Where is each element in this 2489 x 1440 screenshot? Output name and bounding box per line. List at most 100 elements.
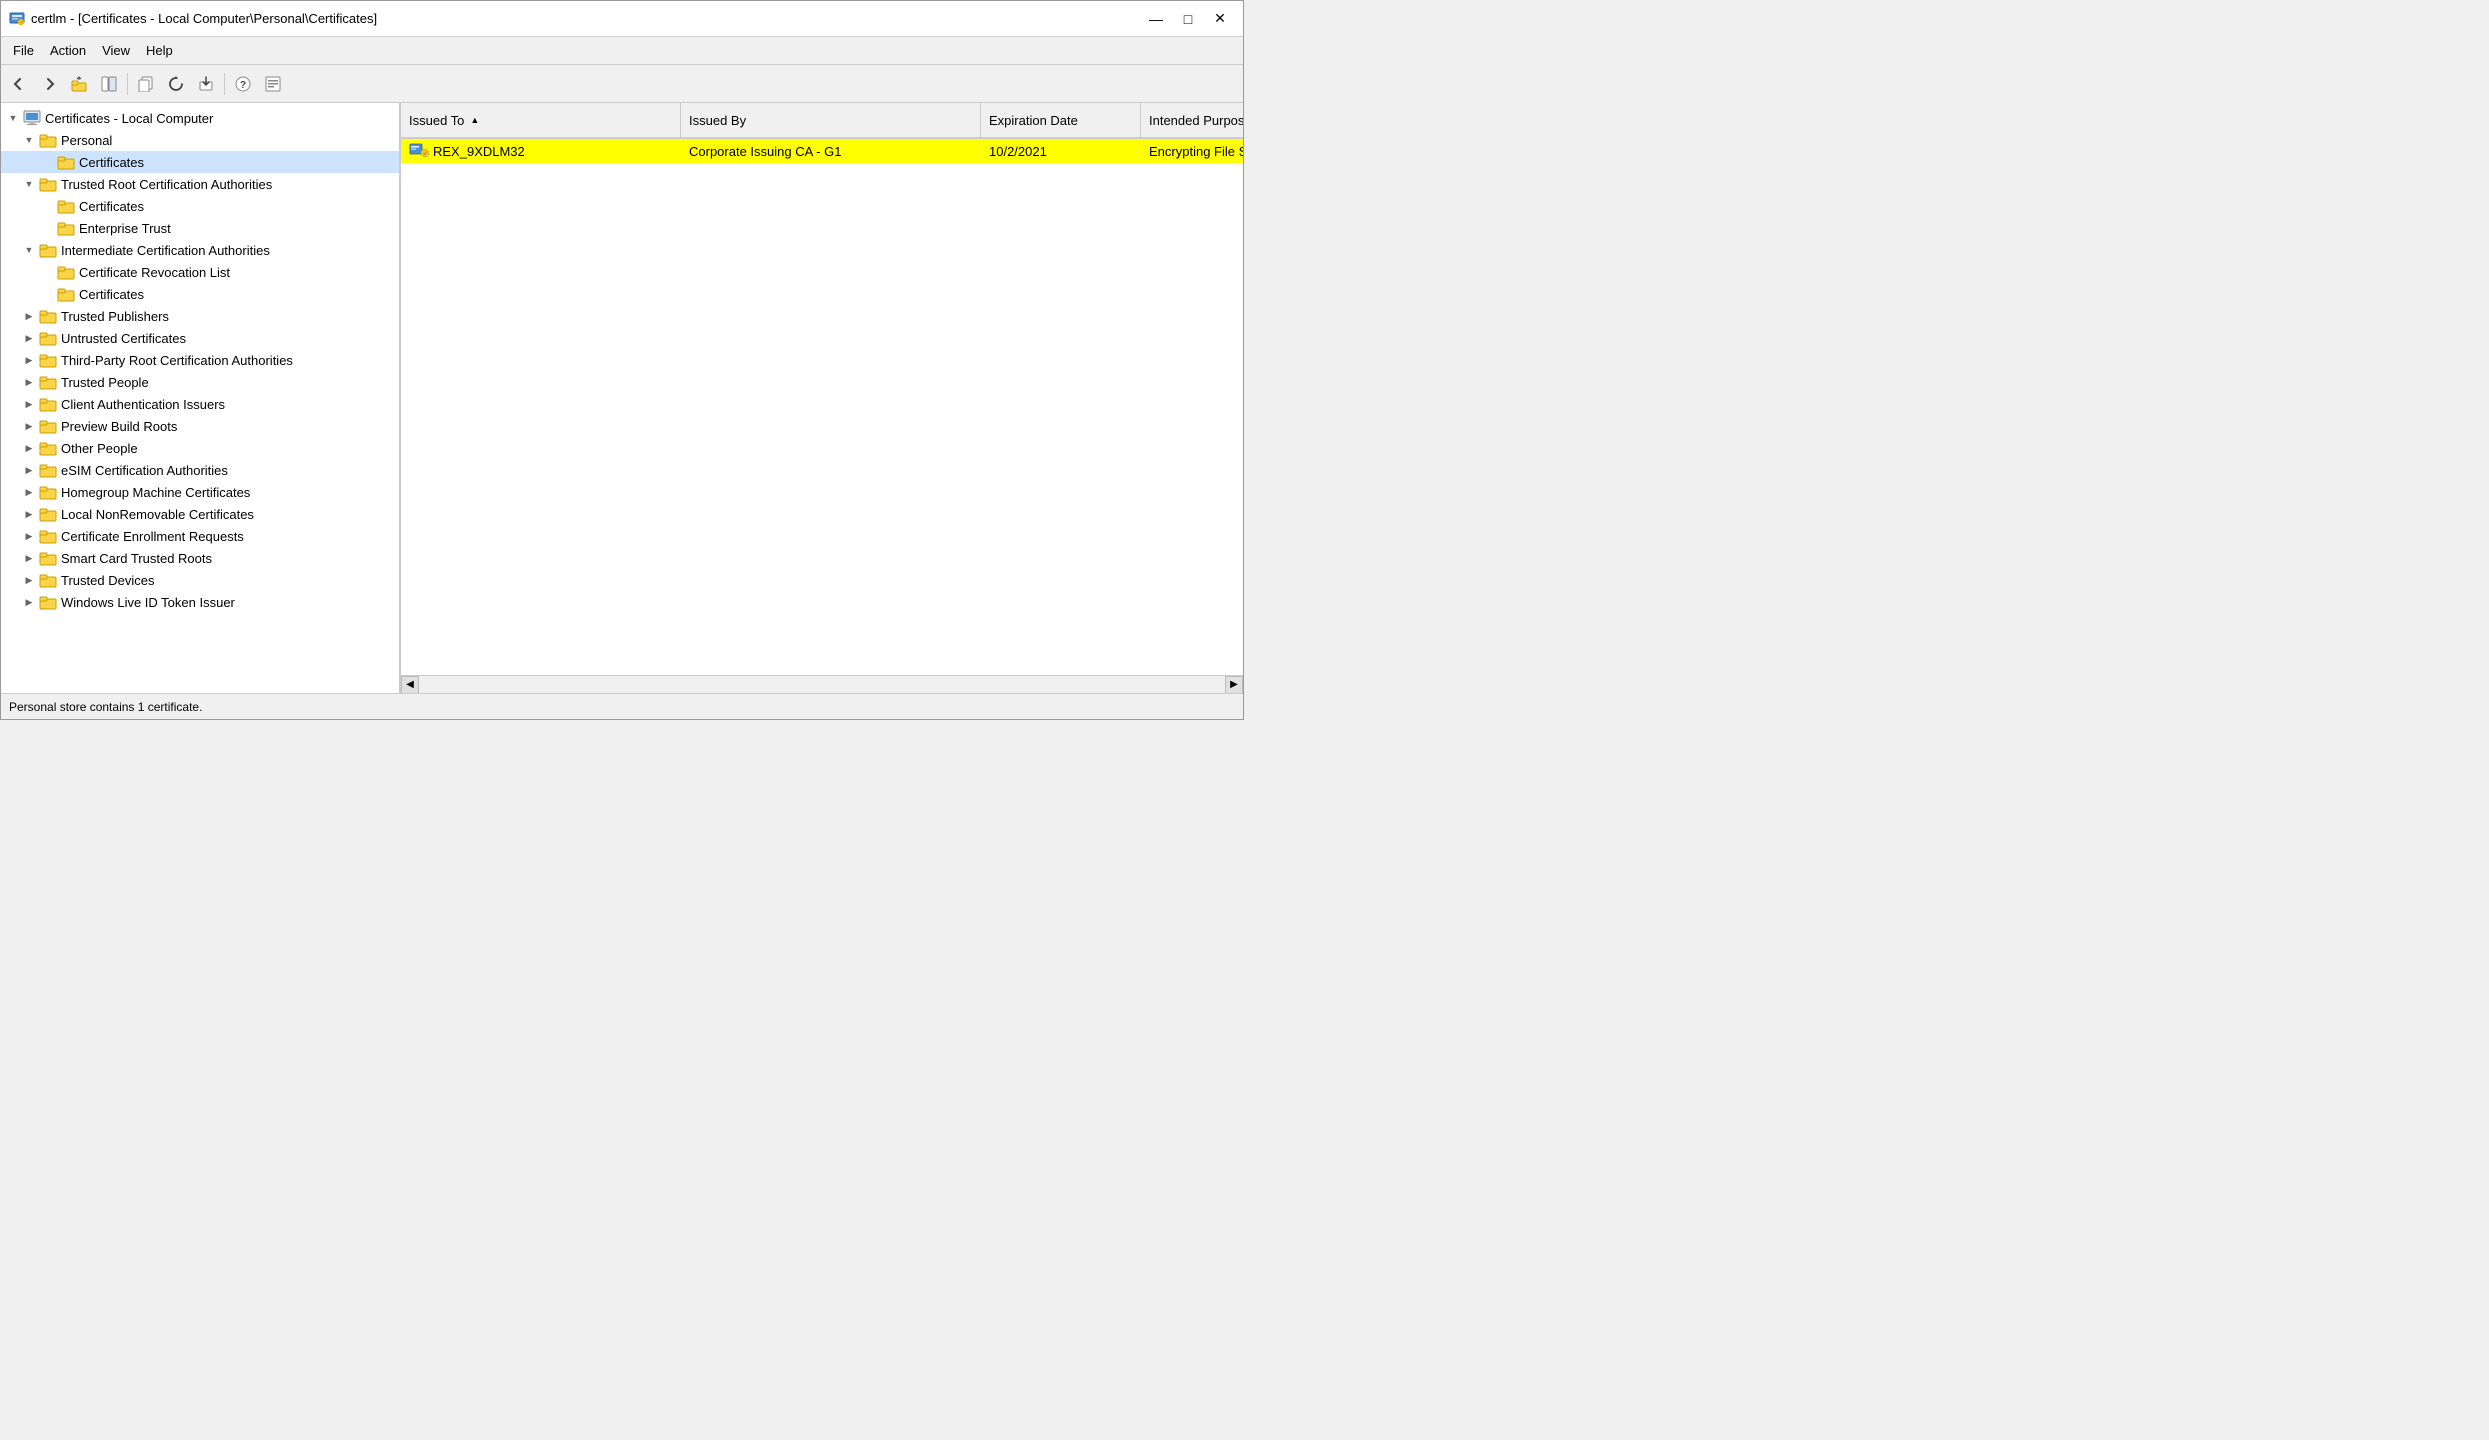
- export-button[interactable]: [192, 70, 220, 98]
- col-header-purposes[interactable]: Intended Purposes: [1141, 103, 1243, 137]
- expand-cert-enrollment[interactable]: ▶: [21, 528, 37, 544]
- help-button[interactable]: ?: [229, 70, 257, 98]
- refresh-icon: [168, 76, 184, 92]
- tree-preview-build-label: Preview Build Roots: [61, 419, 177, 434]
- sort-arrow: ▲: [470, 115, 479, 125]
- expand-homegroup[interactable]: ▶: [21, 484, 37, 500]
- tree-item-personal-certs[interactable]: ▶ Certificates: [1, 151, 399, 173]
- tree-item-preview-build[interactable]: ▶ Preview Build Roots: [1, 415, 399, 437]
- tree-item-cert-enrollment[interactable]: ▶ Certificate Enrollment Requests: [1, 525, 399, 547]
- tree-item-root[interactable]: ▼ Certificates - Local Computer: [1, 107, 399, 129]
- folder-icon-trusted-people: [39, 374, 57, 390]
- tree-item-esim[interactable]: ▶ eSIM Certification Authorities: [1, 459, 399, 481]
- status-bar: Personal store contains 1 certificate.: [1, 693, 1243, 719]
- menu-action[interactable]: Action: [42, 41, 94, 60]
- minimize-button[interactable]: —: [1141, 6, 1171, 32]
- tree-intermediate-ca-label: Intermediate Certification Authorities: [61, 243, 270, 258]
- expand-trusted-publishers[interactable]: ▶: [21, 308, 37, 324]
- tree-item-other-people[interactable]: ▶ Other People: [1, 437, 399, 459]
- expand-other-people[interactable]: ▶: [21, 440, 37, 456]
- tree-item-trusted-devices[interactable]: ▶ Trusted Devices: [1, 569, 399, 591]
- tree-other-people-label: Other People: [61, 441, 138, 456]
- expand-untrusted[interactable]: ▶: [21, 330, 37, 346]
- up-button[interactable]: [65, 70, 93, 98]
- expand-preview-build[interactable]: ▶: [21, 418, 37, 434]
- expand-trusted-devices[interactable]: ▶: [21, 572, 37, 588]
- col-header-issued-to[interactable]: Issued To ▲: [401, 103, 681, 137]
- close-button[interactable]: ✕: [1205, 6, 1235, 32]
- tree-item-personal[interactable]: ▼ Personal: [1, 129, 399, 151]
- tree-item-intermediate-certs[interactable]: ▶ Certificates: [1, 283, 399, 305]
- cert-expiration-0: 10/2/2021: [981, 142, 1141, 161]
- tree-client-auth-label: Client Authentication Issuers: [61, 397, 225, 412]
- tree-homegroup-label: Homegroup Machine Certificates: [61, 485, 250, 500]
- tree-enterprise-trust-label: Enterprise Trust: [79, 221, 171, 236]
- tree-third-party-label: Third-Party Root Certification Authoriti…: [61, 353, 293, 368]
- folder-icon-trusted-publishers: [39, 308, 57, 324]
- scroll-track[interactable]: [419, 676, 1225, 694]
- cert-purposes-0: Encrypting File Syste...: [1141, 142, 1243, 161]
- tree-item-client-auth[interactable]: ▶ Client Authentication Issuers: [1, 393, 399, 415]
- tree-item-intermediate-ca[interactable]: ▼ Intermediate Certification Authorities: [1, 239, 399, 261]
- expand-esim[interactable]: ▶: [21, 462, 37, 478]
- computer-icon: [23, 110, 41, 126]
- expand-third-party[interactable]: ▶: [21, 352, 37, 368]
- menu-view[interactable]: View: [94, 41, 138, 60]
- cert-issued-to-0: REX_9XDLM32: [401, 141, 681, 161]
- copy-button[interactable]: [132, 70, 160, 98]
- folder-icon-esim: [39, 462, 57, 478]
- folder-icon-intermediate-ca: [39, 242, 57, 258]
- refresh-button[interactable]: [162, 70, 190, 98]
- tree-item-crl[interactable]: ▶ Certificate Revocation List: [1, 261, 399, 283]
- app-icon: [9, 11, 25, 27]
- tree-trusted-root-certs-label: Certificates: [79, 199, 144, 214]
- expand-local-nonremovable[interactable]: ▶: [21, 506, 37, 522]
- expand-intermediate-ca[interactable]: ▼: [21, 242, 37, 258]
- expand-trusted-people[interactable]: ▶: [21, 374, 37, 390]
- folder-icon-cert-enrollment: [39, 528, 57, 544]
- tree-item-trusted-root[interactable]: ▼ Trusted Root Certification Authorities: [1, 173, 399, 195]
- folder-icon-homegroup: [39, 484, 57, 500]
- tree-item-trusted-people[interactable]: ▶ Trusted People: [1, 371, 399, 393]
- folder-icon-personal-certs: [57, 154, 75, 170]
- detail-pane: Issued To ▲ Issued By Expiration Date In…: [401, 103, 1243, 693]
- status-text: Personal store contains 1 certificate.: [9, 700, 202, 714]
- tree-untrusted-label: Untrusted Certificates: [61, 331, 186, 346]
- tree-item-untrusted[interactable]: ▶ Untrusted Certificates: [1, 327, 399, 349]
- tree-item-trusted-root-certs[interactable]: ▶ Certificates: [1, 195, 399, 217]
- back-button[interactable]: [5, 70, 33, 98]
- menu-help[interactable]: Help: [138, 41, 181, 60]
- expand-windows-live[interactable]: ▶: [21, 594, 37, 610]
- forward-icon: [41, 76, 57, 92]
- forward-button[interactable]: [35, 70, 63, 98]
- expand-trusted-root[interactable]: ▼: [21, 176, 37, 192]
- menu-file[interactable]: File: [5, 41, 42, 60]
- tree-item-smart-card[interactable]: ▶ Smart Card Trusted Roots: [1, 547, 399, 569]
- maximize-button[interactable]: □: [1173, 6, 1203, 32]
- col-header-expiration[interactable]: Expiration Date: [981, 103, 1141, 137]
- tree-item-enterprise-trust[interactable]: ▶ Enterprise Trust: [1, 217, 399, 239]
- col-header-issued-by[interactable]: Issued By: [681, 103, 981, 137]
- tree-trusted-devices-label: Trusted Devices: [61, 573, 154, 588]
- tree-item-local-nonremovable[interactable]: ▶ Local NonRemovable Certificates: [1, 503, 399, 525]
- title-bar-buttons: — □ ✕: [1141, 6, 1235, 32]
- properties-button[interactable]: [259, 70, 287, 98]
- cert-issued-by-0: Corporate Issuing CA - G1: [681, 142, 981, 161]
- show-hide-button[interactable]: [95, 70, 123, 98]
- expand-personal[interactable]: ▼: [21, 132, 37, 148]
- tree-item-third-party[interactable]: ▶ Third-Party Root Certification Authori…: [1, 349, 399, 371]
- tree-item-trusted-publishers[interactable]: ▶ Trusted Publishers: [1, 305, 399, 327]
- scroll-right-button[interactable]: ▶: [1225, 676, 1243, 694]
- help-icon: ?: [235, 76, 251, 92]
- up-folder-icon: [71, 76, 87, 92]
- properties-icon: [265, 76, 281, 92]
- cert-row-0[interactable]: REX_9XDLM32 Corporate Issuing CA - G1 10…: [401, 139, 1243, 163]
- cert-issued-to-text-0: REX_9XDLM32: [433, 144, 525, 159]
- expand-root[interactable]: ▼: [5, 110, 21, 126]
- expand-client-auth[interactable]: ▶: [21, 396, 37, 412]
- scroll-left-button[interactable]: ◀: [401, 676, 419, 694]
- tree-item-homegroup[interactable]: ▶ Homegroup Machine Certificates: [1, 481, 399, 503]
- tree-item-windows-live[interactable]: ▶ Windows Live ID Token Issuer: [1, 591, 399, 613]
- tree-root-label: Certificates - Local Computer: [45, 111, 213, 126]
- expand-smart-card[interactable]: ▶: [21, 550, 37, 566]
